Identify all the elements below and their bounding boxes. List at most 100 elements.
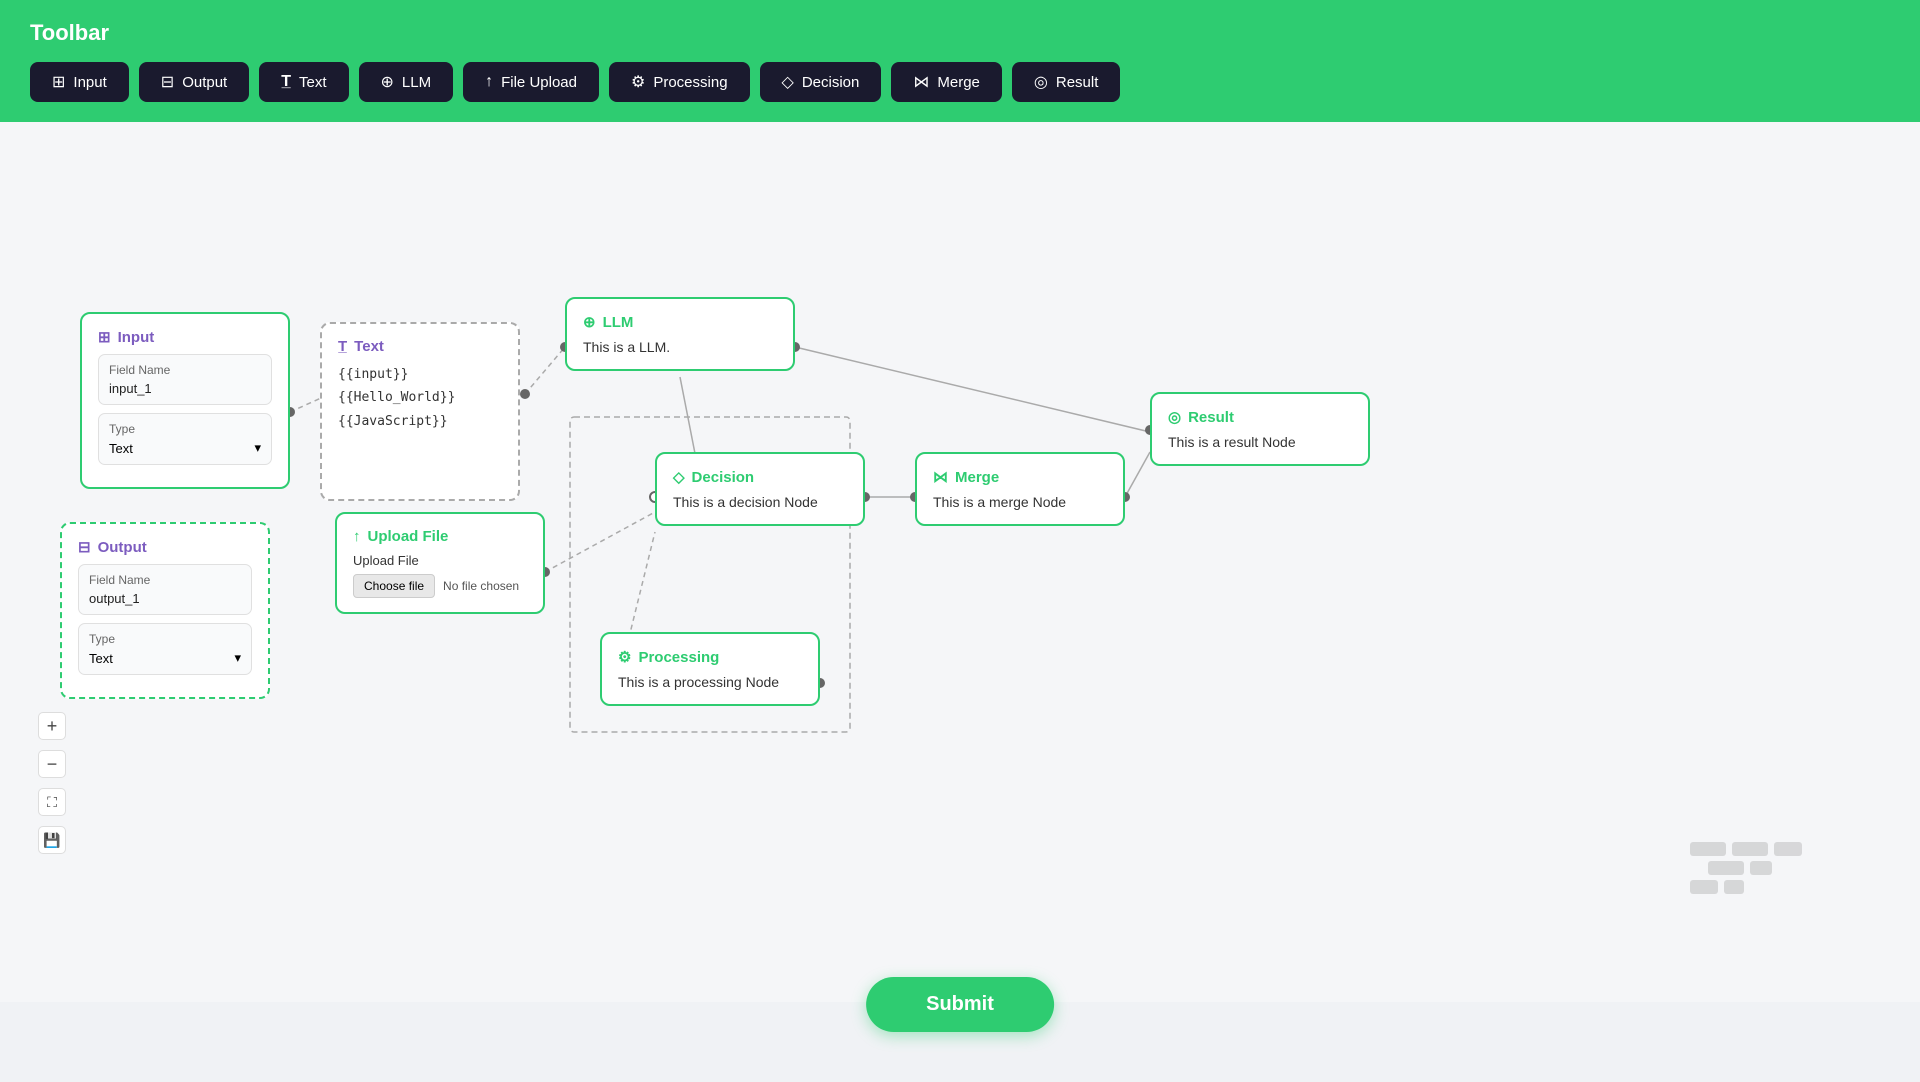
- input-type-chevron: ▾: [254, 440, 261, 456]
- result-node: ◎ Result This is a result Node: [1150, 392, 1370, 466]
- processing-toolbar-btn[interactable]: ⚙ Processing: [609, 62, 750, 102]
- toolbar: Toolbar ⊞ Input ⊟ Output T̲ Text ⊕ LLM ↑…: [0, 0, 1920, 122]
- llm-node: ⊕ LLM This is a LLM.: [565, 297, 795, 371]
- upload-node-header: ↑ Upload File: [353, 528, 527, 545]
- merge-toolbar-btn[interactable]: ⋈ Merge: [891, 62, 1002, 102]
- connections-svg: [0, 122, 1920, 1002]
- merge-node-body: This is a merge Node: [933, 494, 1107, 510]
- upload-node: ↑ Upload File Upload File Choose file No…: [335, 512, 545, 614]
- output-node: ⊟ Output Field Name output_1 Type Text ▾: [60, 522, 270, 699]
- output-node-header: ⊟ Output: [78, 538, 252, 556]
- result-node-icon: ◎: [1168, 408, 1181, 426]
- submit-area: Submit: [866, 977, 1054, 1032]
- llm-node-title: LLM: [603, 314, 634, 331]
- decision-node-body: This is a decision Node: [673, 494, 847, 510]
- llm-toolbar-btn[interactable]: ⊕ LLM: [359, 62, 454, 102]
- zoom-out-button[interactable]: −: [38, 750, 66, 778]
- file-upload-btn-label: File Upload: [501, 74, 577, 91]
- output-type-chevron: ▾: [234, 650, 241, 666]
- save-icon: 💾: [43, 832, 60, 849]
- output-type-label: Type: [89, 632, 241, 646]
- input-type-field: Type Text ▾: [98, 413, 272, 465]
- decision-icon: ◇: [782, 72, 794, 92]
- input-node-title: Input: [118, 329, 155, 346]
- canvas-controls: + − ⛶ 💾: [38, 712, 66, 854]
- decision-toolbar-btn[interactable]: ◇ Decision: [760, 62, 882, 102]
- output-type-field: Type Text ▾: [78, 623, 252, 675]
- output-btn-label: Output: [182, 74, 227, 91]
- fit-button[interactable]: ⛶: [38, 788, 66, 816]
- merge-btn-label: Merge: [937, 74, 980, 91]
- result-node-body: This is a result Node: [1168, 434, 1352, 450]
- input-node-header: ⊞ Input: [98, 328, 272, 346]
- output-toolbar-btn[interactable]: ⊟ Output: [139, 62, 249, 102]
- output-icon: ⊟: [161, 72, 174, 92]
- result-node-header: ◎ Result: [1168, 408, 1352, 426]
- text-btn-label: Text: [299, 74, 327, 91]
- result-toolbar-btn[interactable]: ◎ Result: [1012, 62, 1121, 102]
- input-toolbar-btn[interactable]: ⊞ Input: [30, 62, 129, 102]
- file-upload-toolbar-btn[interactable]: ↑ File Upload: [463, 62, 599, 102]
- text-node-icon: T̲: [338, 338, 347, 355]
- file-upload-icon: ↑: [485, 73, 493, 91]
- input-type-select[interactable]: Text ▾: [109, 440, 261, 456]
- input-icon: ⊞: [52, 72, 65, 92]
- merge-node: ⋈ Merge This is a merge Node: [915, 452, 1125, 526]
- merge-node-header: ⋈ Merge: [933, 468, 1107, 486]
- upload-label: Upload File: [353, 553, 527, 568]
- minimap: [1690, 842, 1870, 922]
- upload-file-row: Choose file No file chosen: [353, 574, 527, 598]
- merge-node-icon: ⋈: [933, 468, 948, 486]
- output-field-name-field: Field Name output_1: [78, 564, 252, 615]
- text-node-content[interactable]: {{input}} {{Hello_World}} {{JavaScript}}: [338, 363, 502, 480]
- zoom-in-button[interactable]: +: [38, 712, 66, 740]
- decision-node-header: ◇ Decision: [673, 468, 847, 486]
- upload-node-icon: ↑: [353, 528, 361, 545]
- input-field-name-label: Field Name: [109, 363, 261, 377]
- text-node-title: Text: [354, 338, 384, 355]
- input-field-name-field: Field Name input_1: [98, 354, 272, 405]
- output-node-icon: ⊟: [78, 538, 91, 556]
- processing-node-icon: ⚙: [618, 648, 631, 666]
- input-node: ⊞ Input Field Name input_1 Type Text ▾: [80, 312, 290, 489]
- processing-node-header: ⚙ Processing: [618, 648, 802, 666]
- choose-file-button[interactable]: Choose file: [353, 574, 435, 598]
- processing-btn-label: Processing: [653, 74, 727, 91]
- merge-node-title: Merge: [955, 469, 999, 486]
- llm-node-header: ⊕ LLM: [583, 313, 777, 331]
- input-node-icon: ⊞: [98, 328, 111, 346]
- input-field-name-value[interactable]: input_1: [109, 381, 261, 396]
- result-node-title: Result: [1188, 409, 1234, 426]
- decision-node-title: Decision: [692, 469, 755, 486]
- output-field-name-value[interactable]: output_1: [89, 591, 241, 606]
- decision-node: ◇ Decision This is a decision Node: [655, 452, 865, 526]
- canvas-area: ⊞ Input Field Name input_1 Type Text ▾ ⊟…: [0, 122, 1920, 1002]
- processing-node-title: Processing: [638, 649, 719, 666]
- llm-node-body: This is a LLM.: [583, 339, 777, 355]
- result-btn-label: Result: [1056, 74, 1099, 91]
- toolbar-title: Toolbar: [30, 20, 1890, 46]
- processing-node-body: This is a processing Node: [618, 674, 802, 690]
- input-btn-label: Input: [73, 74, 106, 91]
- upload-node-title: Upload File: [368, 528, 449, 545]
- llm-icon: ⊕: [381, 72, 394, 92]
- fit-icon: ⛶: [47, 794, 57, 811]
- merge-icon: ⋈: [913, 72, 929, 92]
- save-button[interactable]: 💾: [38, 826, 66, 854]
- input-type-value: Text: [109, 441, 133, 456]
- text-node-header: T̲ Text: [338, 338, 502, 355]
- text-icon: T̲: [281, 73, 291, 91]
- result-icon: ◎: [1034, 72, 1048, 92]
- llm-node-icon: ⊕: [583, 313, 596, 331]
- output-field-name-label: Field Name: [89, 573, 241, 587]
- input-type-label: Type: [109, 422, 261, 436]
- submit-button[interactable]: Submit: [866, 977, 1054, 1032]
- output-node-title: Output: [98, 539, 147, 556]
- decision-node-icon: ◇: [673, 468, 685, 486]
- text-node: T̲ Text {{input}} {{Hello_World}} {{Java…: [320, 322, 520, 501]
- text-toolbar-btn[interactable]: T̲ Text: [259, 62, 348, 102]
- no-file-text: No file chosen: [443, 579, 519, 593]
- output-type-select[interactable]: Text ▾: [89, 650, 241, 666]
- processing-node: ⚙ Processing This is a processing Node: [600, 632, 820, 706]
- processing-icon: ⚙: [631, 72, 645, 92]
